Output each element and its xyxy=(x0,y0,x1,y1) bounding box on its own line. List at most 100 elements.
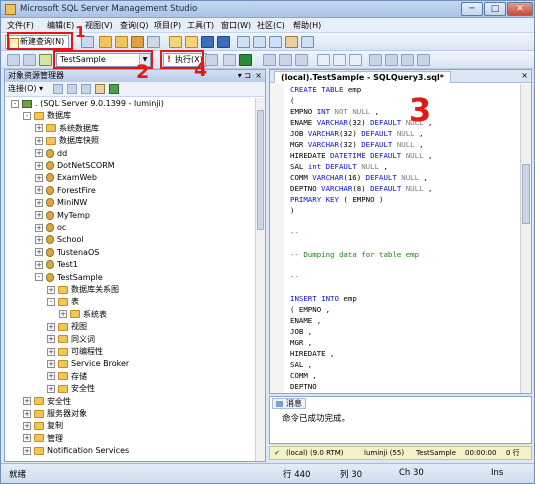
close-icon[interactable]: × xyxy=(255,70,262,82)
toolbox-icon[interactable] xyxy=(301,36,314,48)
disconnect-icon[interactable] xyxy=(23,54,36,66)
properties-icon[interactable] xyxy=(285,36,298,48)
query-options-icon[interactable] xyxy=(295,54,308,66)
tree-node[interactable]: + 存储 xyxy=(47,371,87,383)
tree-node[interactable]: + 数据库关系图 xyxy=(47,284,119,296)
expand-icon[interactable]: + xyxy=(23,397,31,406)
connect-dropdown[interactable]: 连接(O) ▾ xyxy=(8,84,43,93)
comment-out-icon[interactable] xyxy=(369,54,382,66)
tree-node[interactable]: - TestSample xyxy=(35,272,103,284)
editor-scrollbar[interactable] xyxy=(520,84,531,393)
parse-icon[interactable] xyxy=(239,54,252,66)
tree-node[interactable]: + 安全性 xyxy=(47,383,95,395)
expand-icon[interactable]: + xyxy=(47,359,55,368)
expand-icon[interactable]: + xyxy=(35,248,43,257)
tree-node[interactable]: + MyTemp xyxy=(35,210,90,222)
collapse-icon[interactable]: - xyxy=(47,297,55,306)
sql-code-area[interactable]: CREATE TABLE emp (EMPNO INT NOT NULL , ENA… xyxy=(270,84,519,393)
expand-icon[interactable]: + xyxy=(47,335,55,344)
expand-icon[interactable]: + xyxy=(35,223,43,232)
stop-icon[interactable] xyxy=(81,84,91,94)
scrollbar-thumb[interactable] xyxy=(257,110,264,230)
pin-icon[interactable]: ▾ ⊐ xyxy=(238,70,251,82)
expand-icon[interactable]: + xyxy=(35,173,43,182)
tree-node[interactable]: - . (SQL Server 9.0.1399 - luminji) xyxy=(11,98,164,110)
change-connection-icon[interactable] xyxy=(39,54,52,66)
tree-node[interactable]: + dd xyxy=(35,148,67,160)
expand-icon[interactable]: + xyxy=(35,211,43,220)
mdx-query-icon[interactable] xyxy=(131,36,144,48)
open-folder-icon[interactable] xyxy=(185,36,198,48)
expand-icon[interactable]: + xyxy=(35,235,43,244)
tree-node[interactable]: + ExamWeb xyxy=(35,172,97,184)
expand-icon[interactable]: + xyxy=(35,198,43,207)
estimated-plan-icon[interactable] xyxy=(263,54,276,66)
expand-icon[interactable]: + xyxy=(35,124,43,133)
results-to-file-icon[interactable] xyxy=(349,54,362,66)
expand-icon[interactable]: + xyxy=(23,409,31,418)
registered-servers-icon[interactable] xyxy=(237,36,250,48)
xmla-query-icon[interactable] xyxy=(147,36,160,48)
expand-icon[interactable]: + xyxy=(59,310,67,319)
expand-icon[interactable]: + xyxy=(35,149,43,158)
expand-icon[interactable]: + xyxy=(35,161,43,170)
connect-server-icon[interactable] xyxy=(53,84,63,94)
minimize-button[interactable]: ─ xyxy=(461,2,483,16)
uncomment-icon[interactable] xyxy=(385,54,398,66)
tree-node[interactable]: + Service Broker xyxy=(47,358,129,370)
menu-project[interactable]: 项目(P) xyxy=(154,20,181,31)
expand-icon[interactable]: + xyxy=(47,372,55,381)
menu-tools[interactable]: 工具(T) xyxy=(187,20,214,31)
expand-icon[interactable]: + xyxy=(47,322,55,331)
expand-icon[interactable]: + xyxy=(23,421,31,430)
query-designer-icon[interactable] xyxy=(279,54,292,66)
tree-node[interactable]: + 系统数据库 xyxy=(35,123,99,135)
tree-node[interactable]: -表 xyxy=(47,296,79,308)
menu-view[interactable]: 视图(V) xyxy=(85,20,113,31)
menu-window[interactable]: 窗口(W) xyxy=(221,20,251,31)
tree-node[interactable]: + 服务器对象 xyxy=(23,408,87,420)
save-all-icon[interactable] xyxy=(217,36,230,48)
menu-file[interactable]: 文件(F) xyxy=(7,20,34,31)
maximize-button[interactable]: □ xyxy=(484,2,506,16)
tree-node[interactable]: + 同义词 xyxy=(47,334,95,346)
close-tab-icon[interactable]: × xyxy=(521,71,528,80)
db-engine-query-icon[interactable] xyxy=(99,36,112,48)
expand-icon[interactable]: + xyxy=(47,347,55,356)
expand-icon[interactable]: + xyxy=(35,136,43,145)
tree-node[interactable]: + TustenaOS xyxy=(35,247,99,259)
tree-node[interactable]: + MiniNW xyxy=(35,197,87,209)
collapse-icon[interactable]: - xyxy=(11,99,19,108)
tree-node[interactable]: + oc xyxy=(35,222,66,234)
cancel-query-icon[interactable] xyxy=(223,54,236,66)
tree-node[interactable]: - 数据库 xyxy=(23,110,71,122)
expand-icon[interactable]: + xyxy=(23,434,31,443)
menu-help[interactable]: 帮助(H) xyxy=(293,20,321,31)
expand-icon[interactable]: + xyxy=(47,285,55,294)
menu-query[interactable]: 查询(Q) xyxy=(120,20,149,31)
explorer-scrollbar[interactable] xyxy=(255,98,265,461)
menu-edit[interactable]: 编辑(E) xyxy=(47,20,74,31)
tree-node[interactable]: + 安全性 xyxy=(23,396,71,408)
increase-indent-icon[interactable] xyxy=(417,54,430,66)
refresh-icon[interactable] xyxy=(109,84,119,94)
object-explorer-icon[interactable] xyxy=(253,36,266,48)
results-to-grid-icon[interactable] xyxy=(333,54,346,66)
tree-node[interactable]: + 可编程性 xyxy=(47,346,103,358)
expand-icon[interactable]: + xyxy=(35,260,43,269)
save-icon[interactable] xyxy=(201,36,214,48)
scrollbar-thumb[interactable] xyxy=(522,164,530,224)
results-to-text-icon[interactable] xyxy=(317,54,330,66)
expand-icon[interactable]: + xyxy=(23,446,31,455)
collapse-icon[interactable]: - xyxy=(35,273,43,282)
tab-messages[interactable]: 消息 xyxy=(272,398,306,409)
menu-community[interactable]: 社区(C) xyxy=(257,20,285,31)
tree-node[interactable]: + 系统表 xyxy=(59,309,107,321)
tree-node[interactable]: + DotNetSCORM xyxy=(35,160,115,172)
decrease-indent-icon[interactable] xyxy=(401,54,414,66)
filter-icon[interactable] xyxy=(95,84,105,94)
template-explorer-icon[interactable] xyxy=(269,36,282,48)
tree-node[interactable]: + School xyxy=(35,234,84,246)
collapse-icon[interactable]: - xyxy=(23,111,31,120)
open-file-icon[interactable] xyxy=(169,36,182,48)
